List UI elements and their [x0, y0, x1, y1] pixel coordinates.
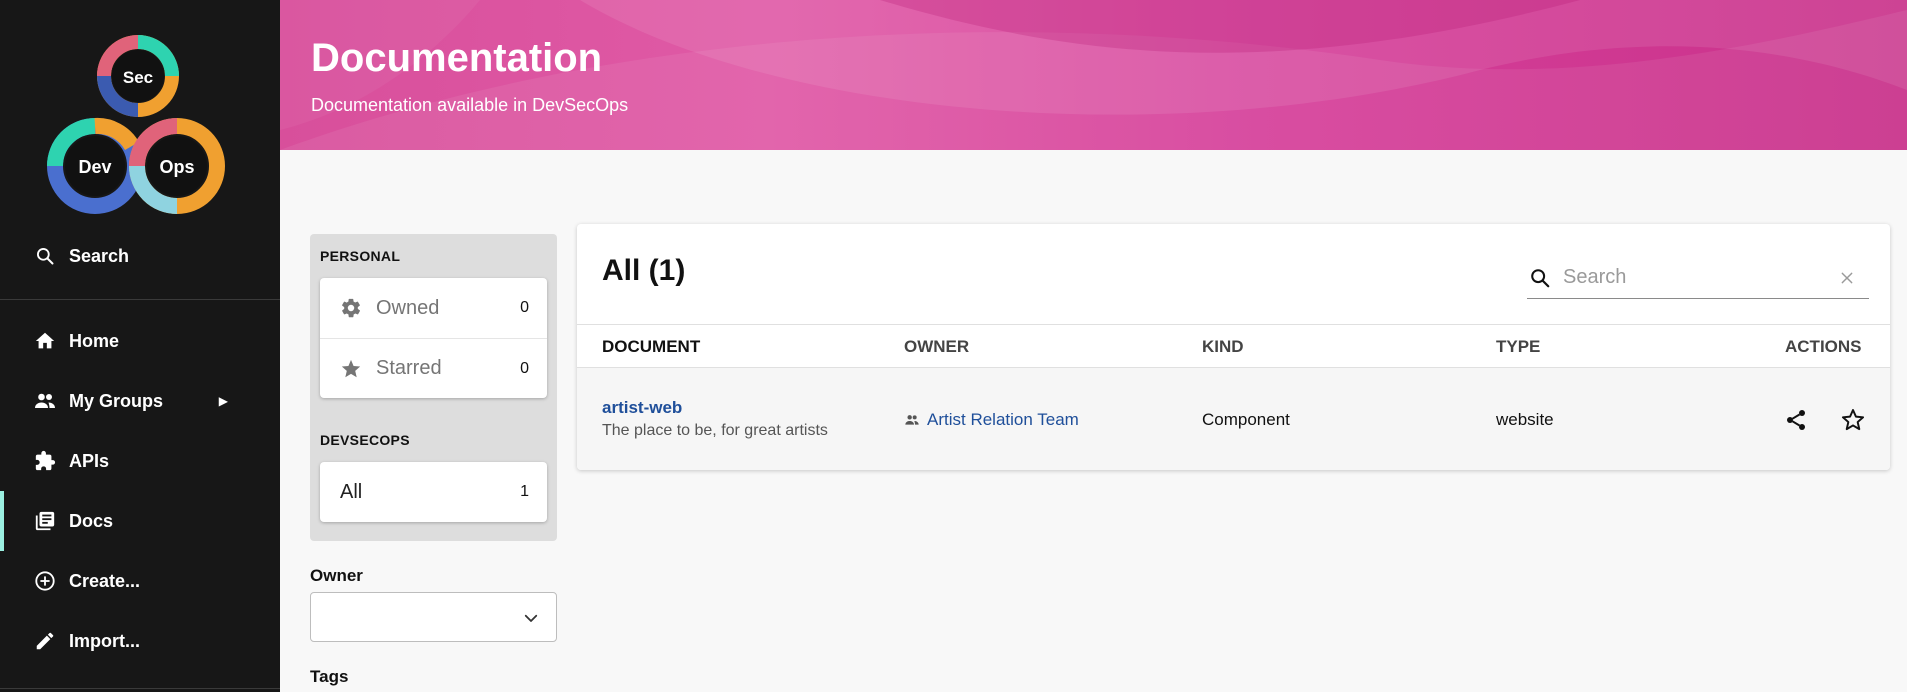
sidebar-divider	[0, 688, 280, 689]
sidebar-item-label: Docs	[69, 510, 114, 531]
svg-text:Sec: Sec	[123, 68, 153, 87]
filter-all-label: All	[340, 480, 363, 503]
org-filter-list: All 1	[320, 462, 547, 522]
table-title: All (1)	[602, 254, 686, 287]
sidebar-item-home[interactable]: Home	[0, 311, 280, 371]
group-icon	[904, 412, 922, 428]
devsecops-heading: DEVSECOPS	[320, 432, 410, 448]
sidebar-search[interactable]: Search	[0, 226, 280, 286]
sidebar-item-my-groups[interactable]: My Groups ▶	[0, 371, 280, 431]
filter-all[interactable]: All 1	[320, 462, 547, 522]
column-header-type[interactable]: TYPE	[1496, 337, 1540, 357]
page-subtitle: Documentation available in DevSecOps	[311, 95, 629, 115]
sidebar-item-apis[interactable]: APIs	[0, 431, 280, 491]
document-link[interactable]: artist-web	[602, 398, 682, 418]
tags-filter-label: Tags	[310, 667, 349, 686]
sidebar-item-import[interactable]: Import...	[0, 611, 280, 671]
kind-cell: Component	[1202, 410, 1290, 429]
documents-table-card: All (1) DOCUMENT OWNER KIND TYPE ACTIONS…	[577, 224, 1890, 470]
table-search	[1527, 257, 1869, 299]
sidebar-divider	[0, 299, 280, 300]
owner-filter-label: Owner	[310, 566, 363, 585]
sidebar-item-label: Home	[69, 330, 120, 351]
sidebar-item-docs[interactable]: Docs	[0, 491, 280, 551]
page-title: Documentation	[311, 36, 603, 80]
sidebar-item-label: Import...	[69, 630, 140, 651]
document-description: The place to be, for great artists	[602, 422, 828, 439]
chevron-right-icon[interactable]: ▶	[219, 394, 228, 408]
column-header-owner[interactable]: OWNER	[904, 337, 969, 357]
search-icon	[1529, 267, 1553, 289]
sidebar-search-label: Search	[69, 245, 130, 266]
groups-icon	[33, 389, 57, 413]
owner-name: Artist Relation Team	[927, 410, 1079, 429]
filter-starred-count: 0	[520, 359, 529, 377]
page-header: Documentation Documentation available in…	[280, 0, 1907, 150]
star-outline-icon[interactable]	[1839, 406, 1867, 434]
filter-owned-label: Owned	[376, 296, 440, 319]
column-header-document[interactable]: DOCUMENT	[602, 337, 700, 357]
clear-search-icon[interactable]	[1835, 270, 1859, 286]
svg-text:Ops: Ops	[159, 157, 194, 177]
sidebar-item-label: APIs	[69, 450, 110, 471]
filter-starred-label: Starred	[376, 357, 442, 379]
type-cell: website	[1496, 410, 1554, 429]
add-circle-icon	[33, 569, 57, 593]
gear-icon	[340, 297, 362, 319]
devsecops-logo: Sec Dev Ops	[47, 35, 225, 214]
pencil-icon	[33, 629, 57, 653]
chevron-down-icon	[522, 609, 540, 632]
sidebar: Sec Dev Ops Search Home My Groups ▶ APIs…	[0, 0, 280, 692]
puzzle-icon	[33, 449, 57, 473]
home-icon	[33, 329, 57, 353]
sidebar-item-create[interactable]: Create...	[0, 551, 280, 611]
sidebar-item-label: My Groups	[69, 390, 164, 411]
personal-heading: PERSONAL	[320, 248, 401, 264]
filter-owned-count: 0	[520, 299, 529, 316]
docs-icon	[33, 509, 57, 533]
owner-select[interactable]	[310, 592, 557, 642]
share-icon[interactable]	[1782, 406, 1810, 434]
filter-all-count: 1	[520, 483, 529, 500]
personal-filter-list: Owned 0 Starred 0	[320, 278, 547, 398]
filter-starred[interactable]: Starred 0	[320, 338, 547, 398]
search-icon	[33, 244, 57, 268]
sidebar-item-label: Create...	[69, 570, 141, 591]
svg-text:Dev: Dev	[78, 157, 111, 177]
filter-panel: PERSONAL Owned 0 Starred 0 DEVSECOPS All…	[310, 234, 557, 541]
filter-owned[interactable]: Owned 0	[320, 278, 547, 338]
owner-link[interactable]: Artist Relation Team	[904, 410, 1079, 430]
column-header-actions: ACTIONS	[1785, 337, 1862, 356]
table-header: DOCUMENT OWNER KIND TYPE ACTIONS	[577, 324, 1890, 368]
table-row: artist-web The place to be, for great ar…	[577, 368, 1890, 470]
table-search-input[interactable]	[1563, 266, 1835, 289]
column-header-kind[interactable]: KIND	[1202, 337, 1244, 357]
star-icon	[340, 358, 362, 380]
